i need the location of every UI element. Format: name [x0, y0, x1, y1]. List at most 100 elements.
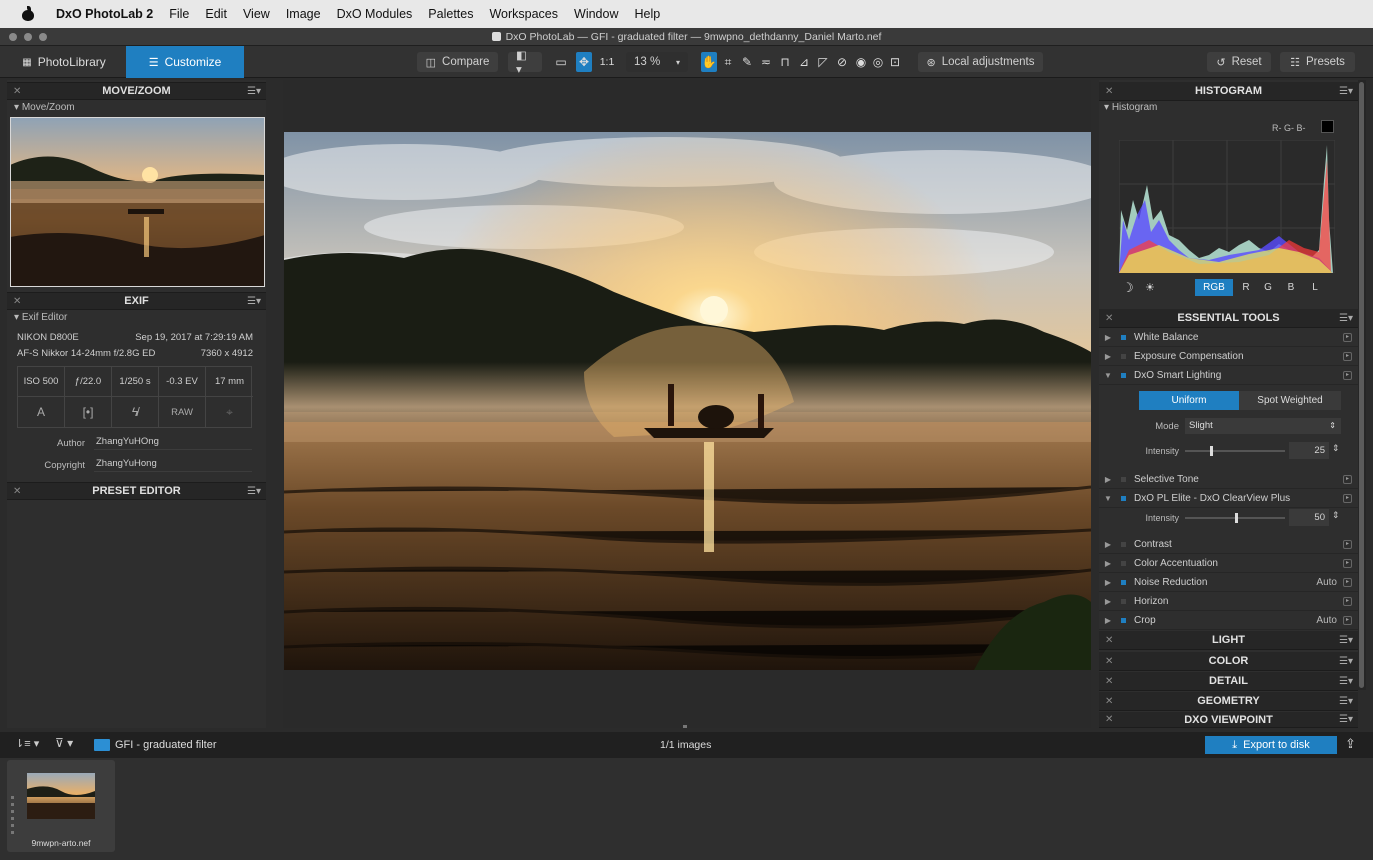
palette-menu-icon[interactable]: ☰▾	[247, 486, 261, 497]
uniform-button[interactable]: Uniform	[1139, 391, 1239, 410]
tool-menu-icon[interactable]: ▸	[1343, 558, 1352, 568]
intensity-slider-track[interactable]	[1185, 446, 1285, 456]
tool-menu-icon[interactable]: ▸	[1343, 615, 1352, 625]
close-icon[interactable]: ✕	[1105, 676, 1113, 687]
export-to-disk-button[interactable]: ⤓ Export to disk	[1205, 736, 1337, 754]
expand-arrow-icon[interactable]: ▶	[1101, 578, 1115, 587]
main-photo[interactable]	[284, 132, 1091, 670]
tool-menu-icon[interactable]: ▸	[1343, 493, 1352, 503]
zoom-window-button[interactable]	[39, 33, 47, 41]
tab-customize[interactable]: ☰ Customize	[126, 46, 244, 78]
channel-b-button[interactable]: B	[1283, 279, 1299, 296]
collapse-arrow-icon[interactable]: ▼	[1101, 494, 1115, 503]
exif-subheader[interactable]: ▾ Exif Editor	[14, 312, 67, 323]
reset-button[interactable]: ↺ Reset	[1207, 52, 1271, 72]
close-icon[interactable]: ✕	[1105, 313, 1113, 324]
fit-screen-icon[interactable]: ▭	[553, 52, 569, 72]
menu-palettes[interactable]: Palettes	[428, 7, 473, 21]
enable-toggle[interactable]	[1115, 597, 1131, 605]
expand-arrow-icon[interactable]: ▶	[1101, 333, 1115, 342]
channel-l-button[interactable]: L	[1307, 279, 1323, 296]
tool-horizon[interactable]: ▶ Horizon ▸	[1099, 592, 1358, 611]
menu-edit[interactable]: Edit	[205, 7, 227, 21]
tool-smart-lighting[interactable]: ▼ DxO Smart Lighting ▸	[1099, 366, 1358, 385]
menu-view[interactable]: View	[243, 7, 270, 21]
close-icon[interactable]: ✕	[1105, 714, 1113, 725]
one-to-one-button[interactable]: 1:1	[597, 52, 617, 72]
histogram-subheader[interactable]: ▾ Histogram	[1104, 102, 1157, 113]
eye-icon[interactable]: ◎	[870, 52, 886, 72]
preset-editor-header[interactable]: ✕ PRESET EDITOR ☰▾	[7, 482, 266, 500]
drag-handle[interactable]	[11, 796, 14, 836]
compare-button[interactable]: ◫ Compare	[417, 52, 498, 72]
palette-menu-icon[interactable]: ☰▾	[1339, 86, 1353, 97]
red-eye-icon[interactable]: ◉	[853, 52, 869, 72]
tool-menu-icon[interactable]: ▸	[1343, 370, 1352, 380]
light-section-header[interactable]: ✕ LIGHT ☰▾	[1099, 631, 1358, 650]
clearview-slider-track[interactable]	[1185, 513, 1285, 523]
scrollbar-thumb[interactable]	[1359, 82, 1364, 688]
palette-menu-icon[interactable]: ☰▾	[247, 296, 261, 307]
movezoom-header[interactable]: ✕ MOVE/ZOOM ☰▾	[7, 82, 266, 100]
distortion-icon[interactable]: ◸	[815, 52, 831, 72]
copyright-field[interactable]: ZhangYuHong	[94, 456, 252, 472]
folder-name[interactable]: GFI - graduated filter	[115, 739, 217, 751]
tool-selective-tone[interactable]: ▶ Selective Tone ▸	[1099, 470, 1358, 489]
channel-rgb-button[interactable]: RGB	[1195, 279, 1233, 296]
menu-workspaces[interactable]: Workspaces	[489, 7, 558, 21]
menu-window[interactable]: Window	[574, 7, 618, 21]
intensity-value-field[interactable]: 25	[1289, 442, 1329, 459]
tool-menu-icon[interactable]: ▸	[1343, 539, 1352, 549]
essential-tools-header[interactable]: ✕ ESSENTIAL TOOLS ☰▾	[1099, 309, 1358, 328]
movezoom-subheader[interactable]: ▾ Move/Zoom	[14, 102, 75, 113]
tool-crop[interactable]: ▶ Crop Auto ▸	[1099, 611, 1358, 630]
tool-menu-icon[interactable]: ▸	[1343, 332, 1352, 342]
channel-g-button[interactable]: G	[1260, 279, 1276, 296]
enable-toggle[interactable]	[1115, 616, 1131, 624]
clearview-slider-thumb[interactable]	[1235, 513, 1238, 523]
expand-arrow-icon[interactable]: ▶	[1101, 475, 1115, 484]
thumbnail-image[interactable]	[27, 773, 95, 819]
close-icon[interactable]: ✕	[13, 86, 21, 97]
enable-toggle[interactable]	[1115, 475, 1131, 483]
close-icon[interactable]: ✕	[1105, 86, 1113, 97]
hand-icon[interactable]: ✋	[701, 52, 717, 72]
palette-menu-icon[interactable]: ☰▾	[1339, 635, 1353, 646]
enable-toggle[interactable]	[1115, 371, 1131, 379]
enable-toggle[interactable]	[1115, 559, 1131, 567]
palette-menu-icon[interactable]: ☰▾	[1339, 676, 1353, 687]
expand-arrow-icon[interactable]: ▶	[1101, 597, 1115, 606]
geometry-section-header[interactable]: ✕ GEOMETRY ☰▾	[1099, 692, 1358, 711]
enable-toggle[interactable]	[1115, 540, 1131, 548]
palette-menu-icon[interactable]: ☰▾	[247, 86, 261, 97]
tool-menu-icon[interactable]: ▸	[1343, 577, 1352, 587]
viewer-resize-handle[interactable]	[683, 725, 687, 728]
sort-icon[interactable]: ⇂≡ ▾	[15, 737, 39, 750]
menu-help[interactable]: Help	[634, 7, 660, 21]
expand-arrow-icon[interactable]: ▶	[1101, 616, 1115, 625]
close-icon[interactable]: ✕	[1105, 696, 1113, 707]
tool-menu-icon[interactable]: ▸	[1343, 351, 1352, 361]
navigator-viewport-frame[interactable]	[10, 117, 265, 287]
menu-file[interactable]: File	[169, 7, 189, 21]
zoom-select[interactable]: 13 % ▾	[626, 52, 688, 72]
expand-arrow-icon[interactable]: ▶	[1101, 540, 1115, 549]
split-view-dropdown[interactable]: ◧ ▾	[508, 50, 542, 76]
expand-arrow-icon[interactable]: ▶	[1101, 559, 1115, 568]
intensity-slider-thumb[interactable]	[1210, 446, 1213, 456]
apple-icon[interactable]	[22, 6, 34, 21]
histogram-header[interactable]: ✕ HISTOGRAM ☰▾	[1099, 82, 1358, 101]
white-balance-picker-icon[interactable]: ✎	[739, 52, 755, 72]
close-icon[interactable]: ✕	[1105, 635, 1113, 646]
tool-contrast[interactable]: ▶ Contrast ▸	[1099, 535, 1358, 554]
clearview-value-field[interactable]: 50	[1289, 509, 1329, 526]
exif-header[interactable]: ✕ EXIF ☰▾	[7, 292, 266, 310]
palette-menu-icon[interactable]: ☰▾	[1339, 714, 1353, 725]
thumbnail-card[interactable]: 9mwpn-arto.nef	[7, 760, 115, 852]
horizon-icon[interactable]: ≂	[758, 52, 774, 72]
presets-button[interactable]: ☷ Presets	[1280, 52, 1355, 72]
enable-toggle[interactable]	[1115, 578, 1131, 586]
shadow-clipping-icon[interactable]: ☽	[1122, 280, 1134, 296]
tool-menu-icon[interactable]: ▸	[1343, 596, 1352, 606]
local-adjustments-button[interactable]: ⊛ Local adjustments	[918, 52, 1043, 72]
